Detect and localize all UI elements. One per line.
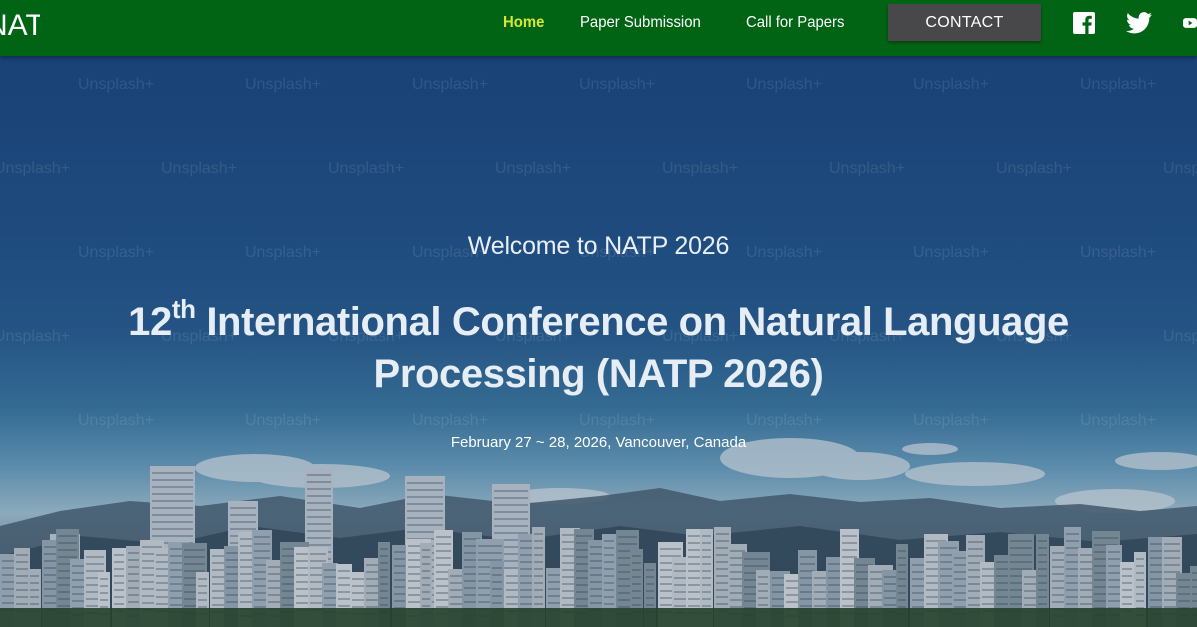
title-ordinal: th [171, 294, 196, 324]
conference-title: 12th International Conference on Natural… [80, 296, 1117, 400]
nav-paper-submission-link[interactable]: Paper Submission [580, 12, 701, 34]
nav-call-for-papers-link[interactable]: Call for Papers [746, 12, 844, 34]
title-line-2: Processing (NATP 2026) [373, 352, 824, 396]
twitter-icon[interactable] [1126, 10, 1152, 36]
welcome-heading: Welcome to NATP 2026 [467, 232, 730, 260]
conference-date-location: February 27 ~ 28, 2026, Vancouver, Canad… [450, 434, 747, 451]
youtube-icon[interactable] [1183, 10, 1197, 36]
title-number: 12 [128, 300, 172, 344]
top-navbar: NATP Home Paper Submission Call for Pape… [0, 0, 1197, 56]
title-main: International Conference on Natural Lang… [195, 300, 1069, 344]
site-logo[interactable]: NATP [0, 6, 40, 46]
contact-button[interactable]: CONTACT [888, 4, 1041, 41]
nav-home-link[interactable]: Home [503, 12, 544, 34]
facebook-icon[interactable] [1071, 10, 1097, 36]
hero-banner: Unsplash+ Unsplash+ Unsplash+ Unsplash+ Unsp… [0, 56, 1197, 627]
